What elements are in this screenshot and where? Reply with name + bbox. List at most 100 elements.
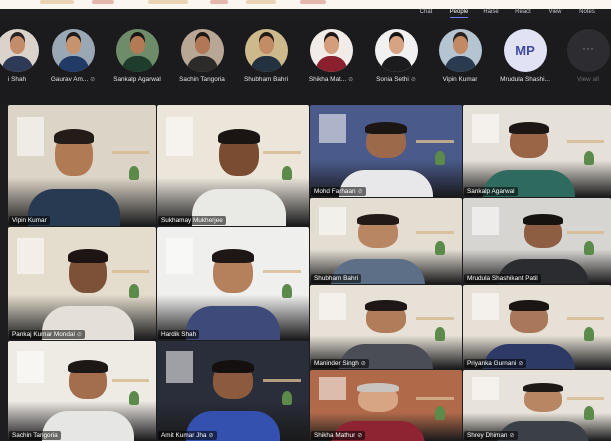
plant-decor <box>282 391 292 405</box>
participant-hair <box>218 129 260 144</box>
shelf-decor <box>567 140 604 143</box>
strip-participant[interactable]: MP Mrudula Shashi... <box>495 29 555 87</box>
participant-name-label: Maninder Singh ⊘ <box>311 359 369 368</box>
video-tile[interactable]: Shrey Dhiman ⊘ <box>463 370 611 441</box>
video-tile[interactable]: Amit Kumar Jha ⊘ <box>157 341 309 441</box>
strip-participant[interactable]: Shubham Bahri <box>236 29 296 87</box>
shelf-decor <box>567 397 604 400</box>
participant-name: Sukhamay Mukherjee <box>161 217 223 224</box>
meeting-toolbar: Chat People Raise React View Notes <box>0 9 611 20</box>
plant-decor <box>435 406 445 420</box>
participant-name-label: Sachin Tangoria <box>9 431 61 440</box>
menu-notes-button[interactable]: Notes <box>570 9 604 15</box>
participant-name: Priyanka Gurnani <box>467 360 517 367</box>
plant-decor <box>584 151 594 165</box>
participant-name: Pankaj Kumar Mondal <box>12 331 75 338</box>
window-decor <box>166 117 193 156</box>
participant-hair <box>509 300 549 311</box>
strip-participant[interactable]: Sonia Sethi ⊘ <box>366 29 426 87</box>
strip-participant[interactable]: ··· View all <box>558 29 611 87</box>
participant-name-label: Shubham Bahri <box>311 274 362 283</box>
video-tile[interactable]: Priyanka Gurnani ⊘ <box>463 285 611 369</box>
participant-name: Vipin Kumar <box>12 217 47 224</box>
strip-participant[interactable]: Sankalp Agarwal <box>107 29 167 87</box>
initials-avatar: MP <box>503 29 547 72</box>
shelf-decor <box>112 151 149 154</box>
video-tile[interactable]: Shubham Bahri <box>310 198 462 284</box>
plant-decor <box>584 406 594 420</box>
participant-name: Sankalp Agarwal <box>113 76 161 83</box>
participant-strip: i Shah Gaurav Am... ⊘ Sankalp Agarwal Sachin… <box>0 21 611 105</box>
participant-name: Amit Kumar Jha <box>161 432 207 439</box>
menu-view-button[interactable]: View <box>538 9 572 15</box>
plant-decor <box>584 241 594 255</box>
participant-name: View all <box>577 76 599 83</box>
plant-decor <box>435 327 445 341</box>
video-tile[interactable]: Hardik Shah <box>157 227 309 340</box>
strip-participant[interactable]: Vipin Kumar <box>430 29 490 87</box>
avatar <box>0 29 39 72</box>
participant-name: Shikha Mat... ⊘ <box>308 76 354 83</box>
video-tile[interactable]: Maninder Singh ⊘ <box>310 285 462 369</box>
participant-hair <box>212 360 254 373</box>
video-tile[interactable]: Vipin Kumar <box>8 105 156 226</box>
video-tile[interactable]: Sukhamay Mukherjee <box>157 105 309 226</box>
strip-participant[interactable]: Sachin Tangoria <box>172 29 232 87</box>
window-decor <box>17 351 44 383</box>
menu-react-button[interactable]: React <box>506 9 540 15</box>
menu-people-button[interactable]: People <box>442 9 476 18</box>
video-tile[interactable]: Pankaj Kumar Mondal ⊘ <box>8 227 156 340</box>
avatar <box>374 29 418 72</box>
participant-name: i Shah <box>7 76 27 83</box>
strip-participant[interactable]: Shikha Mat... ⊘ <box>301 29 361 87</box>
shelf-decor <box>567 231 604 234</box>
video-tile[interactable]: Shikha Mathur ⊘ <box>310 370 462 441</box>
video-tile[interactable]: Sachin Tangoria <box>8 341 156 441</box>
mic-off-icon: ⊘ <box>357 189 363 195</box>
plant-decor <box>584 327 594 341</box>
avatar <box>309 29 353 72</box>
menu-chat-button[interactable]: Chat <box>409 9 443 15</box>
mic-off-icon: ⊘ <box>410 77 416 83</box>
participant-name-label: Pankaj Kumar Mondal ⊘ <box>9 330 85 339</box>
participant-name: Sachin Tangoria <box>12 432 58 439</box>
mic-off-icon: ⊘ <box>208 433 214 439</box>
participant-hair <box>54 129 94 144</box>
avatar <box>115 29 159 72</box>
participant-hair <box>523 383 563 392</box>
mic-off-icon: ⊘ <box>76 332 82 338</box>
participant-body <box>186 306 280 340</box>
video-tile[interactable]: Mrudula Shashikant Patil <box>463 198 611 284</box>
video-tile[interactable]: Sankalp Agarwal <box>463 105 611 197</box>
strip-participant[interactable]: i Shah <box>0 29 47 87</box>
window-decor <box>319 207 346 235</box>
window-decor <box>166 351 193 383</box>
window-decor <box>472 207 499 235</box>
avatar <box>180 29 224 72</box>
plant-decor <box>282 166 292 180</box>
shelf-decor <box>416 140 454 143</box>
participant-name: Shrey Dhiman <box>467 432 508 439</box>
video-tile[interactable]: Mohd Farhaan ⊘ <box>310 105 462 197</box>
participant-name: Mohd Farhaan <box>314 188 356 195</box>
window-decor <box>472 114 499 143</box>
meeting-screenshot: Chat People Raise React View Notes i Shah Gaur… <box>0 0 611 441</box>
plant-decor <box>435 151 445 165</box>
participant-name-label: Shikha Mathur ⊘ <box>311 431 366 440</box>
mic-off-icon: ⊘ <box>518 361 524 367</box>
participant-name: Shikha Mathur <box>314 432 356 439</box>
window-decor <box>17 238 44 274</box>
menu-raise-button[interactable]: Raise <box>474 9 508 15</box>
participant-name-label: Mohd Farhaan ⊘ <box>311 187 366 196</box>
window-decor <box>17 117 44 156</box>
avatar <box>51 29 95 72</box>
participant-name: Mrudula Shashi... <box>500 76 550 83</box>
participant-name-label: Amit Kumar Jha ⊘ <box>158 431 217 440</box>
participant-name: Sachin Tangoria <box>179 76 225 83</box>
participant-hair <box>212 249 254 263</box>
participant-name: Sonia Sethi ⊘ <box>376 76 416 83</box>
avatar <box>438 29 482 72</box>
participant-name-label: Priyanka Gurnani ⊘ <box>464 359 527 368</box>
participant-hair <box>365 300 407 311</box>
strip-participant[interactable]: Gaurav Am... ⊘ <box>43 29 103 87</box>
